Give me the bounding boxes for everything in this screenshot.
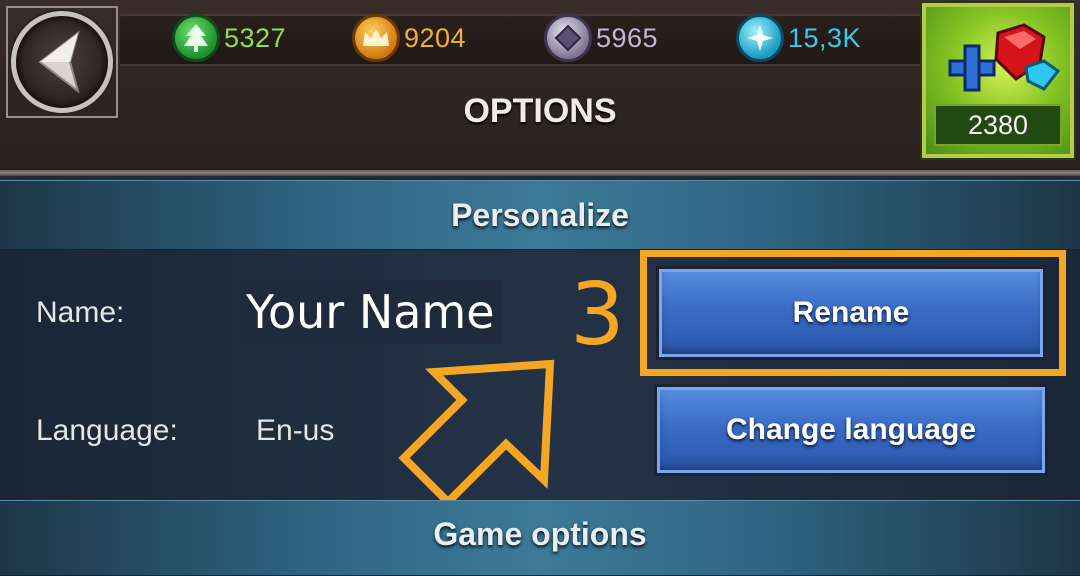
name-value: Your Name xyxy=(240,280,501,344)
resource-stars: 15,3K xyxy=(736,12,861,64)
topbar-divider xyxy=(0,170,1080,176)
page-title: OPTIONS xyxy=(463,92,617,130)
rename-highlight-box xyxy=(640,250,1066,376)
buy-gems-button[interactable]: 2380 xyxy=(922,3,1074,158)
stars-count: 15,3K xyxy=(788,22,862,53)
crystals-count: 5965 xyxy=(596,22,659,53)
crystal-icon xyxy=(544,14,592,62)
resource-trees: 5327 xyxy=(172,12,286,64)
change-language-button[interactable]: Change language xyxy=(654,384,1048,476)
pointer-arrow-icon xyxy=(398,359,555,508)
gems-count: 2380 xyxy=(934,104,1062,146)
step-number: 3 xyxy=(570,265,625,365)
top-bar: 5327 9204 5965 15,3K OPTIONS 2380 xyxy=(0,0,1080,170)
gem-plus-icon xyxy=(948,23,1061,92)
back-arrow-icon xyxy=(38,30,80,94)
resource-crystals: 5965 xyxy=(544,12,658,64)
trees-count: 5327 xyxy=(224,22,287,53)
personalize-heading: Personalize xyxy=(0,180,1080,250)
language-value: En-us xyxy=(256,414,335,447)
language-label: Language: xyxy=(36,414,178,447)
name-label: Name: xyxy=(36,296,125,329)
tree-icon xyxy=(172,14,220,62)
crown-icon xyxy=(352,14,400,62)
star-icon xyxy=(736,14,784,62)
crowns-count: 9204 xyxy=(404,22,467,53)
game-options-heading: Game options xyxy=(0,500,1080,576)
resource-crowns: 9204 xyxy=(352,12,466,64)
